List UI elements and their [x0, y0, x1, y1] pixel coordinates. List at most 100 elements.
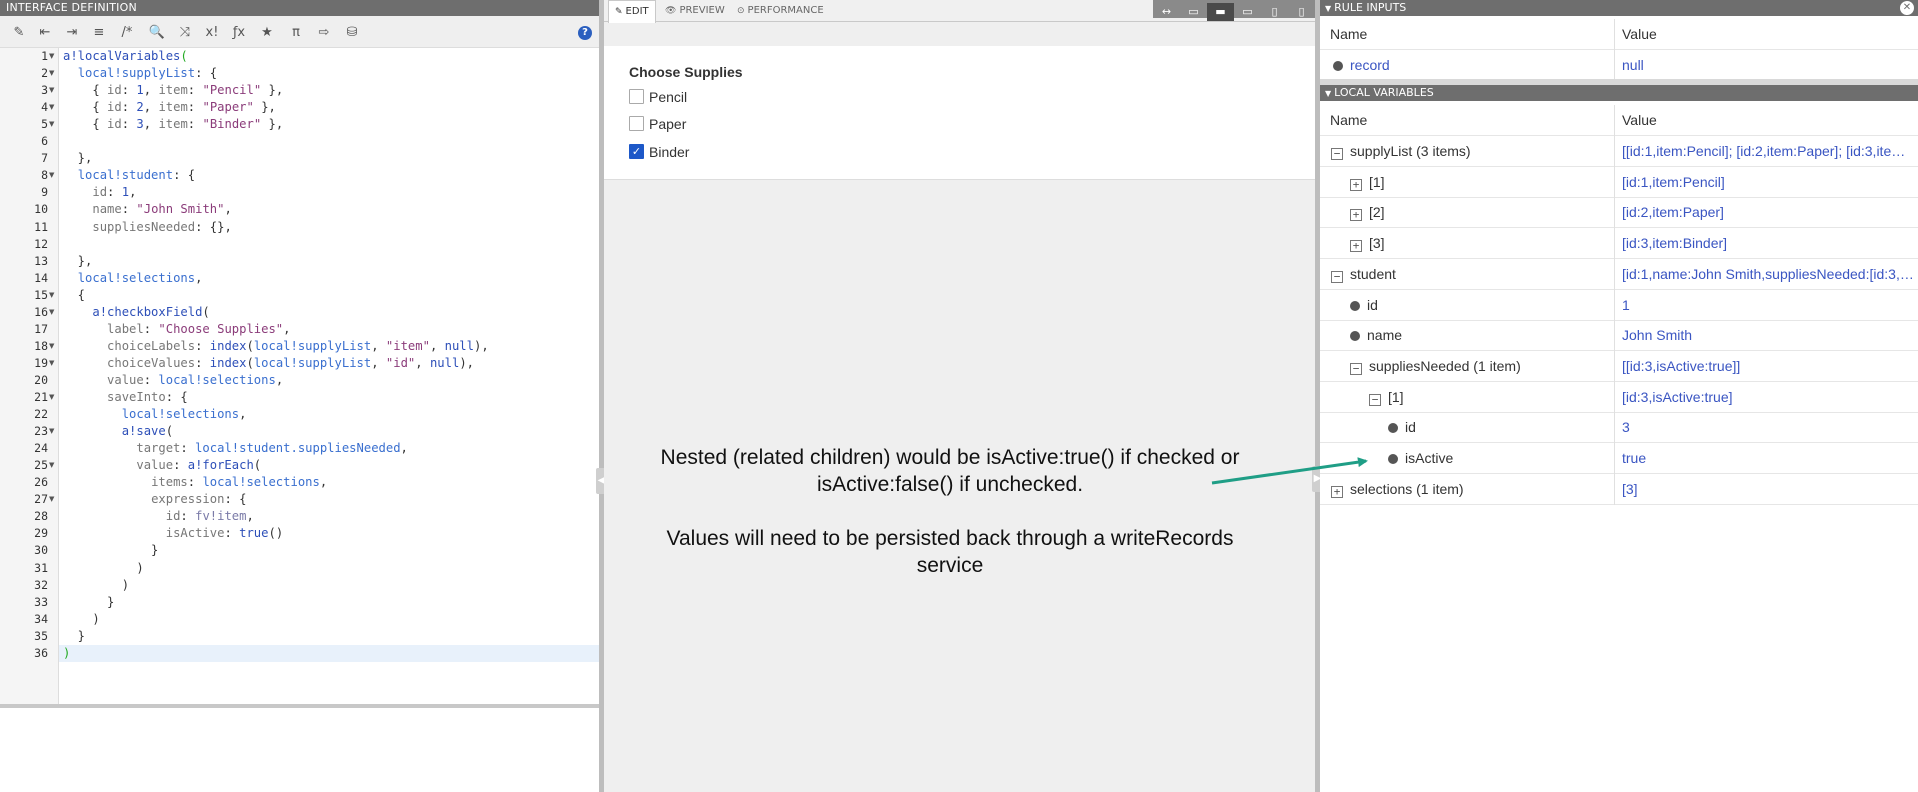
local-variable-row[interactable]: name John Smith [1320, 320, 1918, 352]
close-icon[interactable]: ✕ [1900, 1, 1914, 15]
code-line[interactable]: choiceLabels: index(local!supplyList, "i… [63, 338, 489, 355]
line-number: 24 [34, 441, 48, 456]
code-line[interactable]: target: local!student.suppliesNeeded, [63, 440, 408, 457]
local-variable-row[interactable]: id 3 [1320, 412, 1918, 444]
code-line[interactable]: name: "John Smith", [63, 201, 231, 218]
code-line[interactable]: ) [63, 611, 99, 628]
fold-arrow-icon[interactable]: ▼ [49, 491, 57, 508]
code-line[interactable]: value: a!forEach( [63, 457, 261, 474]
collapse-icon[interactable]: − [1350, 362, 1362, 375]
code-line[interactable]: local!selections, [63, 406, 247, 423]
code-editor[interactable]: 1 ▼ 2 ▼ 3 ▼ 4 ▼ 5 ▼ 6 7 8 ▼ 9 10 11 12 13 14 15 ▼ 16 ▼ 17 18 ▼ 19 ▼ 2… [0, 48, 599, 704]
shuffle-icon[interactable]: ⤨ [176, 24, 194, 42]
outdent-icon[interactable]: ⇤ [36, 24, 54, 42]
local-variable-row[interactable]: − student [id:1,name:John Smith,suppliesNe… [1320, 258, 1918, 290]
local-variable-row[interactable]: + [3] [id:3,item:Binder] [1320, 228, 1918, 260]
code-line[interactable]: { [63, 287, 85, 304]
expand-icon[interactable]: + [1350, 240, 1362, 253]
expand-icon[interactable]: + [1350, 209, 1362, 222]
code-line[interactable]: a!localVariables( [63, 48, 188, 65]
fold-arrow-icon[interactable]: ▼ [49, 355, 57, 372]
expand-icon[interactable]: + [1350, 178, 1362, 191]
fit-width-icon[interactable]: ↔ [1153, 3, 1180, 21]
code-line[interactable]: local!supplyList: { [63, 65, 217, 82]
export-icon[interactable]: ⇨ [315, 24, 333, 42]
checkbox-paper[interactable] [629, 116, 644, 131]
fold-arrow-icon[interactable]: ▼ [49, 389, 57, 406]
data-store-icon[interactable]: ⛁ [343, 24, 361, 42]
expand-icon[interactable]: + [1331, 485, 1343, 498]
code-line[interactable]: }, [63, 150, 93, 167]
code-line[interactable]: } [63, 628, 85, 645]
local-variable-row[interactable]: + [2] [id:2,item:Paper] [1320, 197, 1918, 229]
code-line[interactable]: a!checkboxField( [63, 304, 209, 321]
code-line[interactable]: id: 1, [63, 184, 136, 201]
code-line[interactable]: isActive: true() [63, 525, 283, 542]
local-variable-row[interactable]: + selections (1 item) [3] [1320, 473, 1918, 505]
collapse-icon[interactable]: − [1369, 393, 1381, 406]
fold-arrow-icon[interactable]: ▼ [49, 423, 57, 440]
code-line[interactable]: ) [63, 645, 70, 662]
code-line[interactable]: saveInto: { [63, 389, 188, 406]
local-variable-row[interactable]: − suppliesNeeded (1 item) [[id:3,isActive:… [1320, 350, 1918, 382]
tab-preview[interactable]: 👁 PREVIEW [659, 0, 731, 22]
rule-input-row[interactable]: record null [1320, 50, 1918, 81]
desktop-wide-icon[interactable]: ▭ [1180, 3, 1207, 21]
local-variable-row[interactable]: isActive true [1320, 443, 1918, 474]
code-line[interactable]: } [63, 594, 114, 611]
code-line[interactable]: ) [63, 577, 129, 594]
code-line[interactable]: suppliesNeeded: {}, [63, 219, 231, 236]
code-line[interactable]: choiceValues: index(local!supplyList, "i… [63, 355, 474, 372]
favorite-icon[interactable]: ★ [258, 24, 276, 42]
code-line[interactable]: ) [63, 560, 143, 577]
rule-inputs-header[interactable]: ▼ RULE INPUTS ✕ [1320, 0, 1918, 16]
fold-arrow-icon[interactable]: ▼ [49, 457, 57, 474]
code-line[interactable]: }, [63, 253, 93, 270]
local-variables-header[interactable]: ▼ LOCAL VARIABLES [1320, 85, 1918, 101]
local-variable-row[interactable]: − supplyList (3 items) [[id:1,item:Pencil]… [1320, 136, 1918, 167]
tab-performance[interactable]: ⊙ PERFORMANCE [731, 0, 830, 22]
fold-arrow-icon[interactable]: ▼ [49, 167, 57, 184]
fold-arrow-icon[interactable]: ▼ [49, 82, 57, 99]
code-line[interactable]: expression: { [63, 491, 246, 508]
fold-arrow-icon[interactable]: ▼ [49, 304, 57, 321]
indent-icon[interactable]: ⇥ [63, 24, 81, 42]
help-icon[interactable]: ? [578, 26, 592, 40]
laptop-icon[interactable]: ▭ [1234, 3, 1261, 21]
code-line[interactable]: items: local!selections, [63, 474, 327, 491]
fold-arrow-icon[interactable]: ▼ [49, 287, 57, 304]
code-line[interactable]: value: local!selections, [63, 372, 283, 389]
code-line[interactable]: local!selections, [63, 270, 203, 287]
local-variable-row[interactable]: − [1] [id:3,isActive:true] [1320, 381, 1918, 413]
pi-icon[interactable]: π [287, 24, 305, 42]
collapse-icon[interactable]: − [1331, 270, 1343, 283]
fold-arrow-icon[interactable]: ▼ [49, 338, 57, 355]
collapse-icon[interactable]: − [1331, 148, 1343, 160]
tablet-icon[interactable]: ▯ [1261, 3, 1288, 21]
code-line[interactable]: { id: 3, item: "Binder" }, [63, 116, 283, 133]
fold-arrow-icon[interactable]: ▼ [49, 99, 57, 116]
checkbox-binder[interactable]: ✓ [629, 144, 644, 159]
checkbox-pencil[interactable] [629, 89, 644, 104]
code-line[interactable]: a!save( [63, 423, 173, 440]
desktop-icon[interactable]: ▬ [1207, 3, 1234, 21]
fold-arrow-icon[interactable]: ▼ [49, 48, 57, 65]
code-line[interactable]: id: fv!item, [63, 508, 254, 525]
magic-wand-icon[interactable]: ✎ [10, 24, 28, 42]
code-line[interactable]: } [63, 542, 158, 559]
tab-edit[interactable]: ✎ EDIT [608, 0, 656, 23]
code-line[interactable]: { id: 1, item: "Pencil" }, [63, 82, 283, 99]
expression-rule-icon[interactable]: x! [203, 24, 221, 42]
comment-icon[interactable]: /* [118, 24, 136, 42]
fold-arrow-icon[interactable]: ▼ [49, 65, 57, 82]
code-line[interactable]: { id: 2, item: "Paper" }, [63, 99, 276, 116]
local-variable-row[interactable]: id 1 [1320, 289, 1918, 321]
code-line[interactable]: local!student: { [63, 167, 195, 184]
code-line[interactable]: label: "Choose Supplies", [63, 321, 290, 338]
align-icon[interactable]: ≡ [90, 24, 108, 42]
fold-arrow-icon[interactable]: ▼ [49, 116, 57, 133]
local-variable-row[interactable]: + [1] [id:1,item:Pencil] [1320, 166, 1918, 198]
phone-icon[interactable]: ▯ [1288, 3, 1315, 21]
function-icon[interactable]: ƒx [230, 24, 248, 42]
search-icon[interactable]: 🔍 [148, 24, 166, 42]
